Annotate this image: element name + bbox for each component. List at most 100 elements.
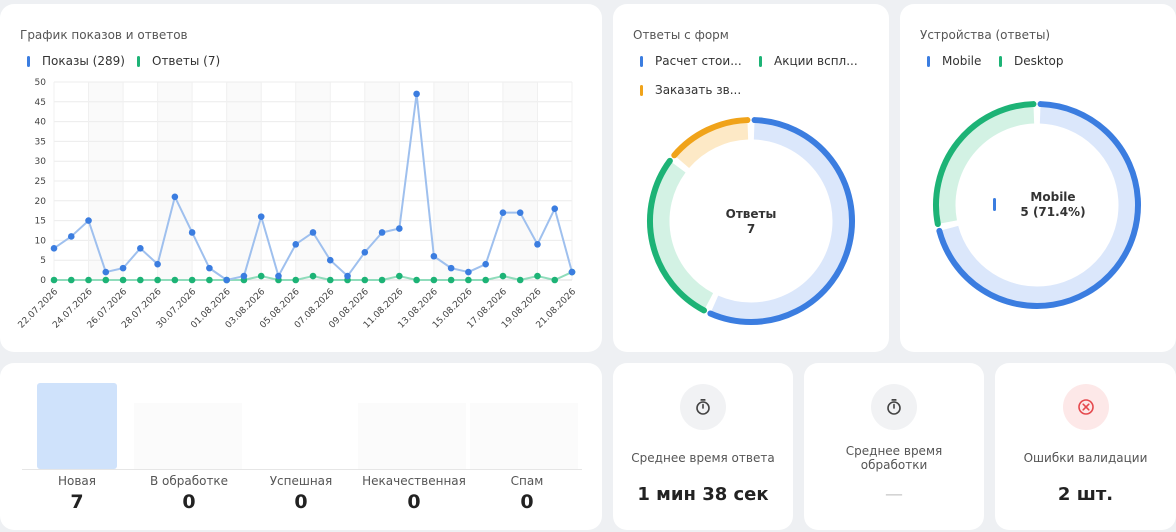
status-spam-label: Спам (510, 474, 544, 488)
impressions-point[interactable] (551, 205, 559, 213)
responses-point[interactable] (257, 272, 265, 280)
impressions-point[interactable] (413, 90, 420, 98)
status-bar-placeholder (470, 403, 578, 469)
y-tick-label: 20 (35, 197, 47, 207)
responses-point[interactable] (413, 276, 420, 284)
status-successful[interactable]: Успешная 0 (246, 474, 356, 513)
status-low-quality-label: Некачественная (362, 474, 466, 488)
stopwatch-icon (680, 384, 726, 430)
y-tick-label: 0 (40, 276, 46, 286)
impressions-point[interactable] (534, 241, 541, 248)
y-tick-label: 35 (35, 137, 46, 147)
impressions-point[interactable] (292, 241, 300, 248)
status-bar (37, 383, 117, 469)
status-in-progress-label: В обработке (149, 474, 229, 488)
responses-point[interactable] (206, 276, 213, 284)
y-tick-label: 40 (35, 118, 47, 128)
impressions-point[interactable] (171, 193, 179, 201)
responses-point[interactable] (516, 276, 524, 284)
impressions-point[interactable] (223, 276, 230, 284)
status-bar-placeholder (358, 403, 466, 469)
stopwatch-icon-glyph (887, 399, 901, 415)
impressions-point[interactable] (568, 268, 576, 276)
y-tick-label: 15 (35, 217, 46, 227)
impressions-responses-card: График показов и ответов Показы (289) От… (0, 4, 602, 352)
y-tick-label: 5 (40, 256, 46, 266)
responses-point[interactable] (85, 276, 92, 284)
avg-response-time-label: Среднее время ответа (631, 451, 775, 465)
impressions-point[interactable] (85, 217, 92, 224)
devices-center-marker (993, 198, 996, 211)
responses-point[interactable] (119, 276, 127, 284)
responses-point[interactable] (378, 276, 386, 284)
impressions-point[interactable] (154, 260, 161, 268)
impressions-point[interactable] (206, 264, 213, 272)
impressions-point[interactable] (326, 256, 334, 264)
responses-point[interactable] (482, 276, 489, 284)
status-new-count: 7 (70, 491, 84, 513)
devices-donut-center-value: 5 (71.4%) (1020, 205, 1086, 219)
impressions-point[interactable] (447, 264, 455, 272)
status-new[interactable]: Новая 7 (22, 474, 132, 513)
impressions-point[interactable] (361, 248, 369, 256)
impressions-point[interactable] (430, 252, 438, 260)
impressions-point[interactable] (465, 268, 472, 276)
impressions-point[interactable] (396, 225, 403, 232)
stopwatch-icon-glyph (696, 399, 710, 415)
responses-point[interactable] (499, 272, 507, 280)
error-circle-icon-glyph (1077, 399, 1094, 415)
line-chart[interactable]: 0510152025303540455022.07.202624.07.2026… (0, 4, 602, 352)
status-in-progress[interactable]: В обработке 0 (134, 474, 244, 513)
responses-point[interactable] (188, 276, 196, 284)
impressions-point[interactable] (102, 268, 110, 276)
devices-donut-center: Mobile 5 (71.4%) (993, 190, 1113, 220)
responses-point[interactable] (102, 276, 110, 284)
responses-point[interactable] (309, 272, 317, 280)
impressions-point[interactable] (309, 229, 317, 236)
impressions-point[interactable] (119, 264, 127, 272)
responses-point[interactable] (447, 276, 455, 284)
lead-status-card: Новая 7 В обработке 0 Успешная 0 Некачес… (0, 363, 602, 530)
forms-donut-chart[interactable] (613, 4, 889, 352)
status-bar-placeholder (134, 403, 242, 469)
responses-point[interactable] (551, 276, 559, 284)
impressions-point[interactable] (499, 209, 507, 216)
devices-donut-chart[interactable] (900, 4, 1176, 352)
impressions-point[interactable] (378, 229, 386, 236)
impressions-point[interactable] (275, 272, 282, 280)
status-successful-count: 0 (294, 491, 308, 513)
responses-point[interactable] (154, 276, 161, 284)
impressions-point[interactable] (482, 260, 489, 268)
status-new-label: Новая (57, 474, 96, 488)
status-spam[interactable]: Спам 0 (472, 474, 582, 513)
responses-point[interactable] (534, 272, 541, 280)
status-low-quality[interactable]: Некачественная 0 (354, 474, 474, 513)
y-tick-label: 25 (35, 177, 46, 187)
responses-point[interactable] (465, 276, 472, 284)
impressions-point[interactable] (344, 272, 351, 280)
validation-errors-value: 2 шт. (1057, 484, 1114, 505)
status-in-progress-count: 0 (182, 491, 196, 513)
validation-errors-label: Ошибки валидации (1023, 451, 1148, 465)
impressions-point[interactable] (257, 213, 265, 220)
responses-point[interactable] (171, 276, 179, 284)
impressions-point[interactable] (240, 272, 248, 280)
impressions-point[interactable] (50, 245, 58, 252)
impressions-point[interactable] (137, 245, 144, 252)
responses-point[interactable] (396, 272, 403, 280)
responses-point[interactable] (326, 276, 334, 284)
impressions-point[interactable] (188, 229, 196, 236)
stopwatch-icon (871, 384, 917, 430)
responses-point[interactable] (67, 276, 75, 284)
responses-point[interactable] (361, 276, 369, 284)
validation-errors-card: Ошибки валидации 2 шт. (995, 363, 1176, 530)
status-successful-label: Успешная (269, 474, 333, 488)
forms-donut-center-title: Ответы (725, 207, 777, 221)
responses-point[interactable] (50, 276, 58, 284)
devices-card: Устройства (ответы) Mobile Desktop Mobil… (900, 4, 1176, 352)
responses-point[interactable] (430, 276, 438, 284)
impressions-point[interactable] (516, 209, 524, 216)
responses-point[interactable] (137, 276, 144, 284)
impressions-point[interactable] (67, 233, 75, 240)
responses-point[interactable] (292, 276, 300, 284)
